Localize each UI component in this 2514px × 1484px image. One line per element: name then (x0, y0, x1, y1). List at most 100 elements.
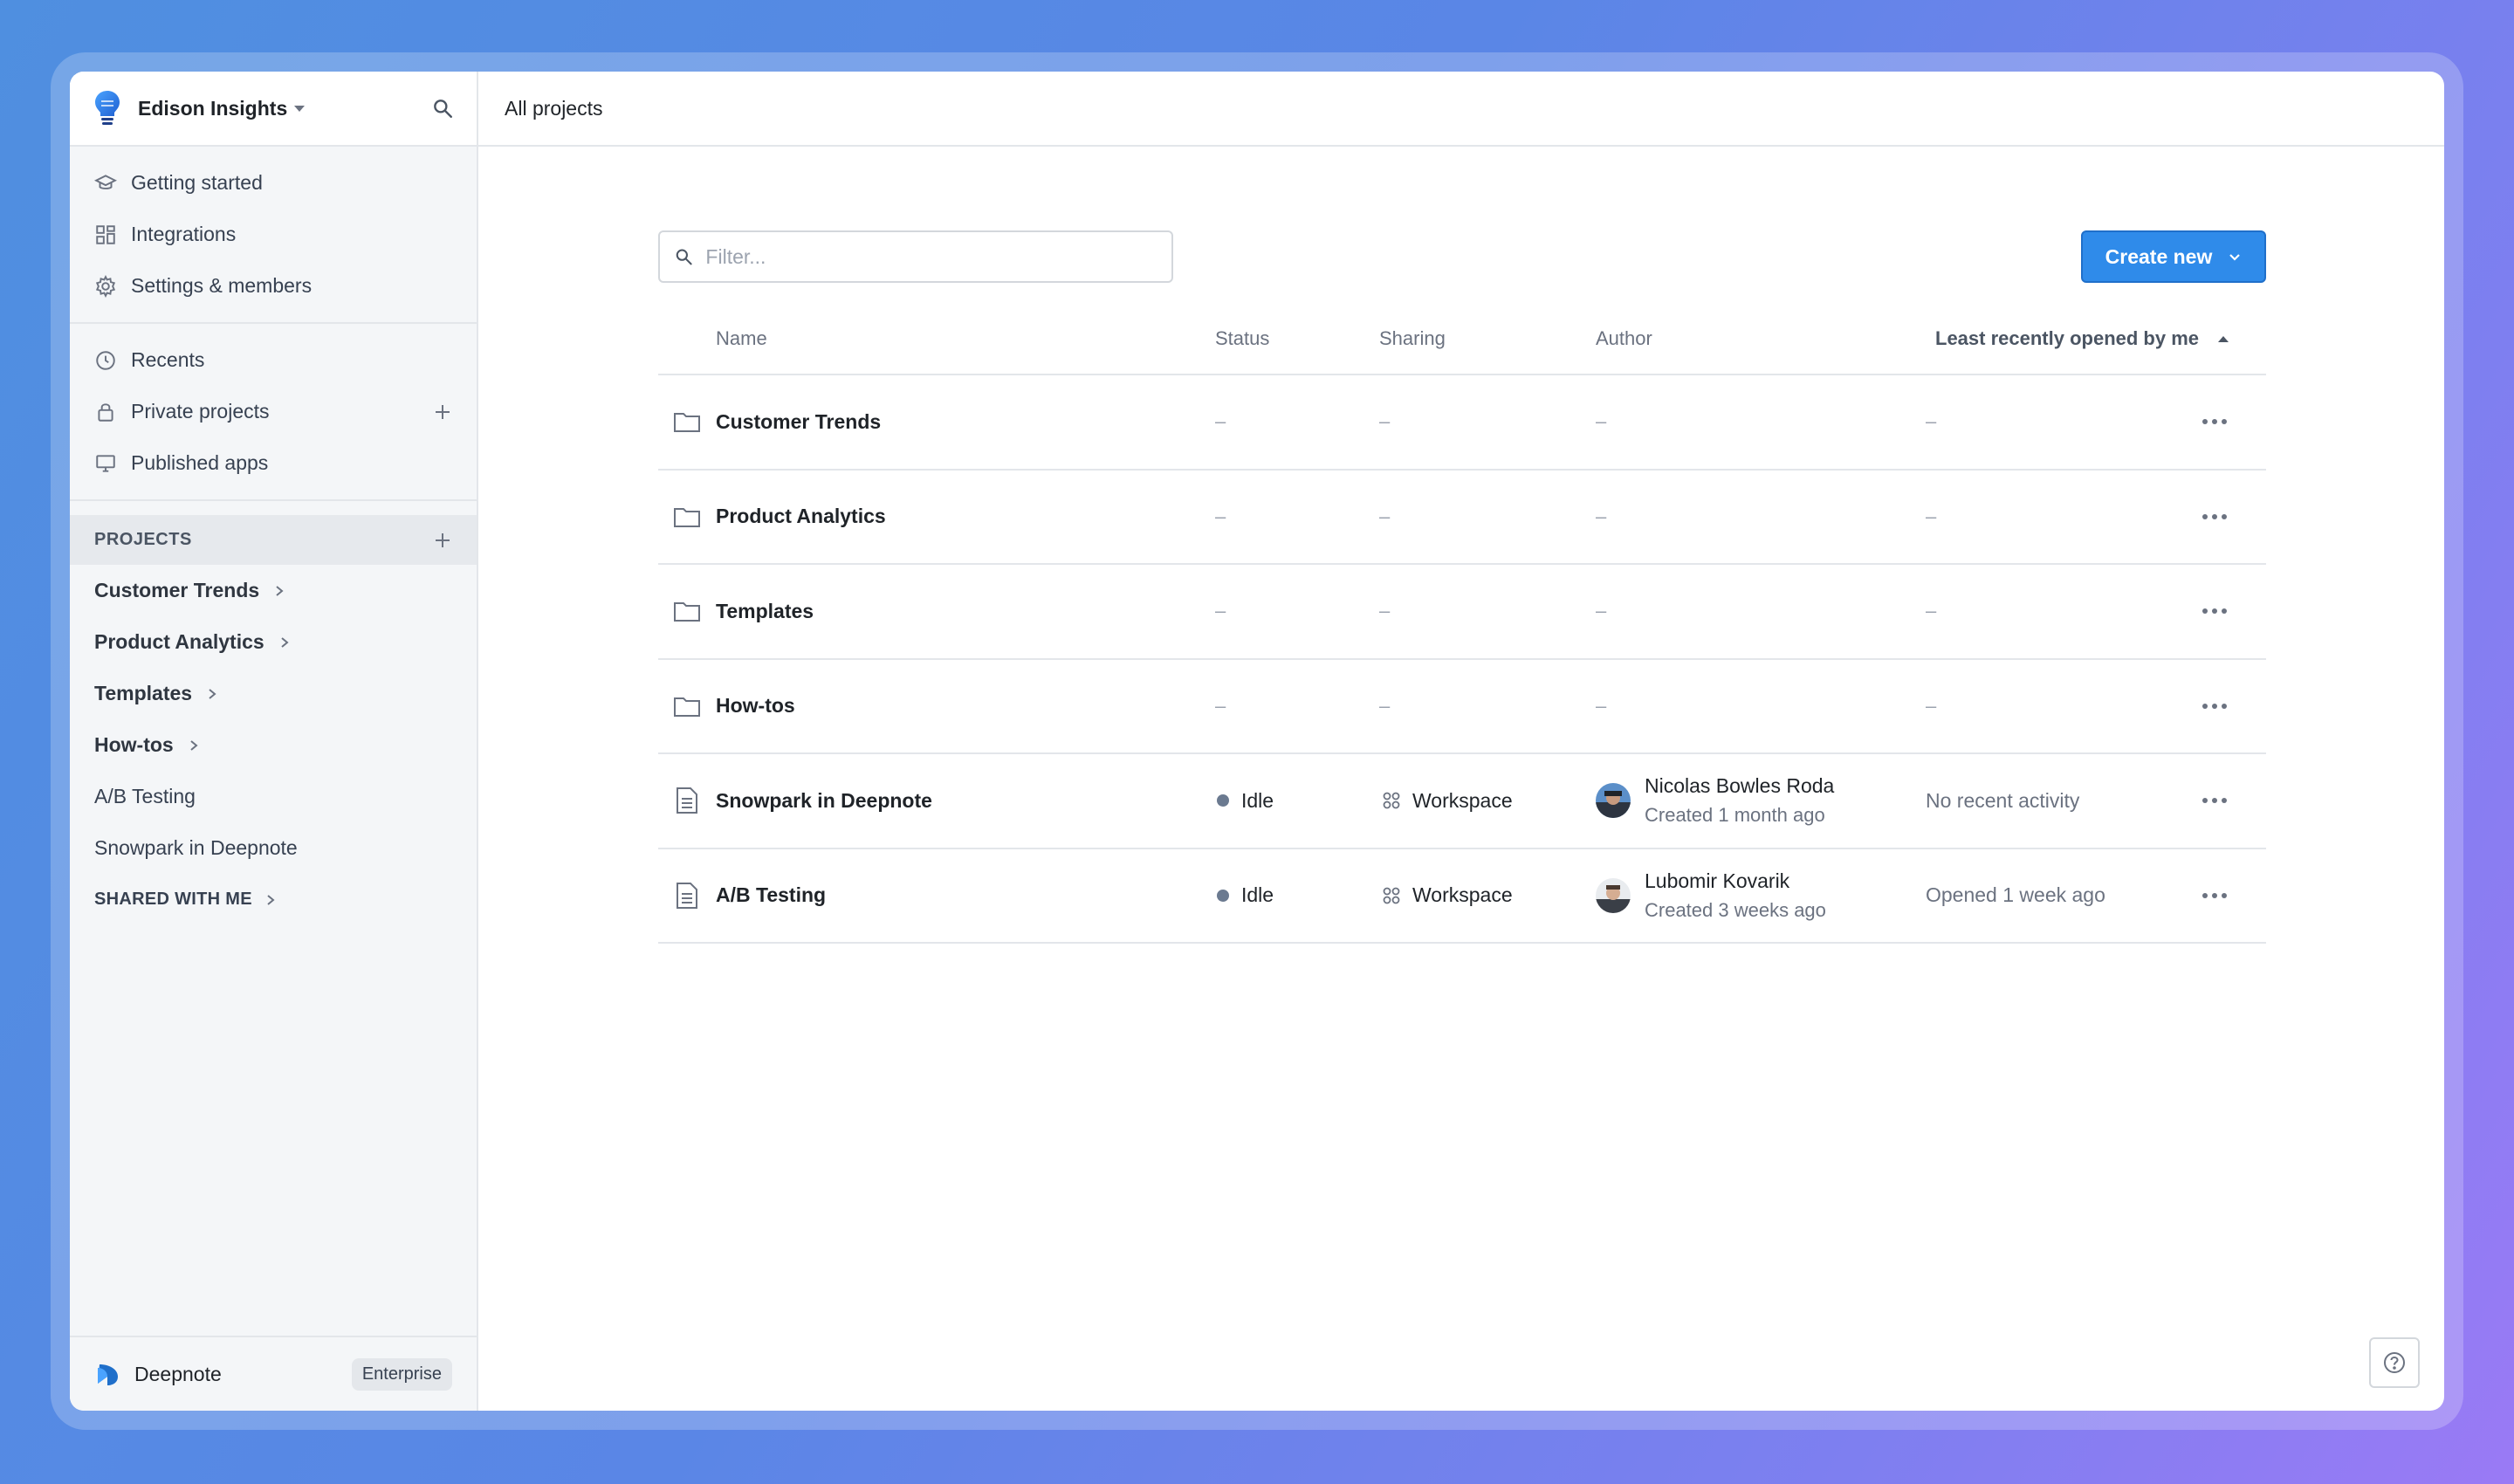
sidebar-project-customer-trends[interactable]: Customer Trends (70, 565, 477, 616)
folder-icon (674, 413, 700, 433)
status-cell: Idle (1217, 789, 1274, 813)
activity-cell: No recent activity (1926, 788, 2080, 812)
monitor-icon (96, 454, 115, 472)
help-button[interactable] (2369, 1337, 2420, 1388)
projects-table: Name Status Sharing Author Least recentl… (658, 304, 2266, 944)
sharing-cell[interactable]: Workspace (1381, 789, 1513, 813)
sidebar-project-how-tos[interactable]: How-tos (70, 719, 477, 771)
row-name[interactable]: How-tos (716, 694, 795, 718)
gear-icon (95, 274, 116, 298)
search-icon (676, 249, 692, 265)
chevron-right-icon[interactable] (264, 894, 277, 906)
table-header: Name Status Sharing Author Least recentl… (658, 304, 2266, 375)
add-private-project-button[interactable] (433, 402, 452, 422)
activity-placeholder: – (1926, 600, 1937, 622)
chevron-down-icon[interactable] (294, 105, 306, 112)
chevron-right-icon[interactable] (206, 688, 218, 700)
more-options-icon[interactable] (2201, 891, 2228, 900)
header-sort[interactable]: Least recently opened by me (1935, 327, 2229, 350)
notebook-icon (677, 787, 697, 814)
sort-label: Least recently opened by me (1935, 327, 2199, 349)
status-label: Idle (1241, 788, 1274, 812)
activity-placeholder: – (1926, 505, 1937, 527)
breadcrumb[interactable]: All projects (505, 97, 602, 120)
status-placeholder: – (1215, 410, 1226, 433)
more-options-icon[interactable] (2201, 512, 2228, 521)
folder-icon (674, 507, 700, 527)
sidebar-project-label: Customer Trends (94, 579, 260, 601)
sidebar-item-label: Recents (131, 348, 205, 371)
table-row[interactable]: Product Analytics – – – – (658, 471, 2266, 565)
table-row[interactable]: Templates – – – – (658, 565, 2266, 660)
deepnote-logo-icon (98, 1364, 118, 1385)
sidebar-project-ab-testing[interactable]: A/B Testing (70, 771, 477, 822)
row-name[interactable]: Snowpark in Deepnote (716, 789, 932, 813)
table-row[interactable]: Customer Trends – – – – (658, 375, 2266, 471)
sidebar-item-integrations[interactable]: Integrations (70, 209, 477, 260)
row-name[interactable]: Product Analytics (716, 505, 886, 528)
sidebar-project-snowpark[interactable]: Snowpark in Deepnote (70, 822, 477, 874)
more-options-icon[interactable] (2201, 607, 2228, 615)
sharing-placeholder: – (1379, 410, 1391, 433)
add-project-button[interactable] (433, 531, 452, 550)
folder-icon (674, 697, 700, 717)
sidebar-item-label: Settings & members (131, 274, 313, 297)
more-options-icon[interactable] (2201, 796, 2228, 805)
shared-with-me-header[interactable]: SHARED WITH ME (70, 874, 477, 925)
status-dot (1217, 889, 1229, 902)
create-new-button[interactable]: Create new (2081, 230, 2266, 283)
author-created: Created 3 weeks ago (1645, 898, 1826, 921)
more-options-icon[interactable] (2201, 417, 2228, 426)
status-placeholder: – (1215, 505, 1226, 527)
main-content: Create new Name Status Sharing Author Le… (478, 147, 2444, 1411)
row-name[interactable]: Customer Trends (716, 410, 881, 434)
row-name[interactable]: Templates (716, 600, 814, 623)
more-options-icon[interactable] (2201, 702, 2228, 711)
sidebar-project-product-analytics[interactable]: Product Analytics (70, 616, 477, 668)
filter-field[interactable] (658, 230, 1173, 283)
sidebar-item-recents[interactable]: Recents (70, 334, 477, 386)
projects-section-header: PROJECTS (70, 515, 477, 565)
sidebar-item-settings[interactable]: Settings & members (70, 260, 477, 312)
activity-placeholder: – (1926, 410, 1937, 433)
workspace-name[interactable]: Edison Insights (138, 97, 287, 120)
filter-input[interactable] (705, 244, 1157, 269)
sharing-cell[interactable]: Workspace (1381, 883, 1513, 907)
help-icon (2384, 1352, 2405, 1373)
sidebar-project-templates[interactable]: Templates (70, 668, 477, 719)
sidebar-item-getting-started[interactable]: Getting started (70, 157, 477, 209)
chevron-right-icon[interactable] (278, 636, 291, 649)
workspace-icon (1383, 792, 1400, 809)
notebook-icon (677, 882, 697, 909)
header-name[interactable]: Name (716, 327, 767, 350)
chevron-right-icon[interactable] (273, 585, 285, 597)
table-row[interactable]: A/B Testing Idle Workspace Lubomir Kovar… (658, 849, 2266, 944)
activity-placeholder: – (1926, 694, 1937, 717)
workspace-icon (1383, 887, 1400, 904)
sidebar-project-label: A/B Testing (94, 785, 196, 807)
search-icon[interactable] (431, 97, 454, 120)
header-sharing[interactable]: Sharing (1379, 327, 1446, 350)
sidebar-item-private-projects[interactable]: Private projects (70, 386, 477, 437)
sidebar-item-published-apps[interactable]: Published apps (70, 437, 477, 489)
sharing-label: Workspace (1412, 788, 1513, 812)
sidebar-project-label: Snowpark in Deepnote (94, 836, 298, 859)
author-cell: Nicolas Bowles Roda Created 1 month ago (1596, 771, 1834, 830)
chevron-right-icon[interactable] (188, 739, 200, 752)
sidebar-item-label: Published apps (131, 451, 269, 474)
sidebar-project-label: Templates (94, 682, 193, 704)
projects-header-label: PROJECTS (94, 530, 192, 549)
sidebar-item-label: Integrations (131, 223, 237, 245)
header-status[interactable]: Status (1215, 327, 1269, 350)
table-row[interactable]: How-tos – – – – (658, 660, 2266, 754)
row-name[interactable]: A/B Testing (716, 883, 826, 907)
avatar (1596, 877, 1631, 913)
table-row[interactable]: Snowpark in Deepnote Idle Workspace Nico… (658, 754, 2266, 849)
sharing-label: Workspace (1412, 883, 1513, 907)
sidebar-item-label: Private projects (131, 400, 270, 423)
status-dot (1217, 794, 1229, 807)
header-author[interactable]: Author (1596, 327, 1652, 350)
sidebar-footer: Deepnote Enterprise (70, 1336, 477, 1411)
sharing-placeholder: – (1379, 694, 1391, 717)
sidebar-project-label: Product Analytics (94, 630, 264, 653)
